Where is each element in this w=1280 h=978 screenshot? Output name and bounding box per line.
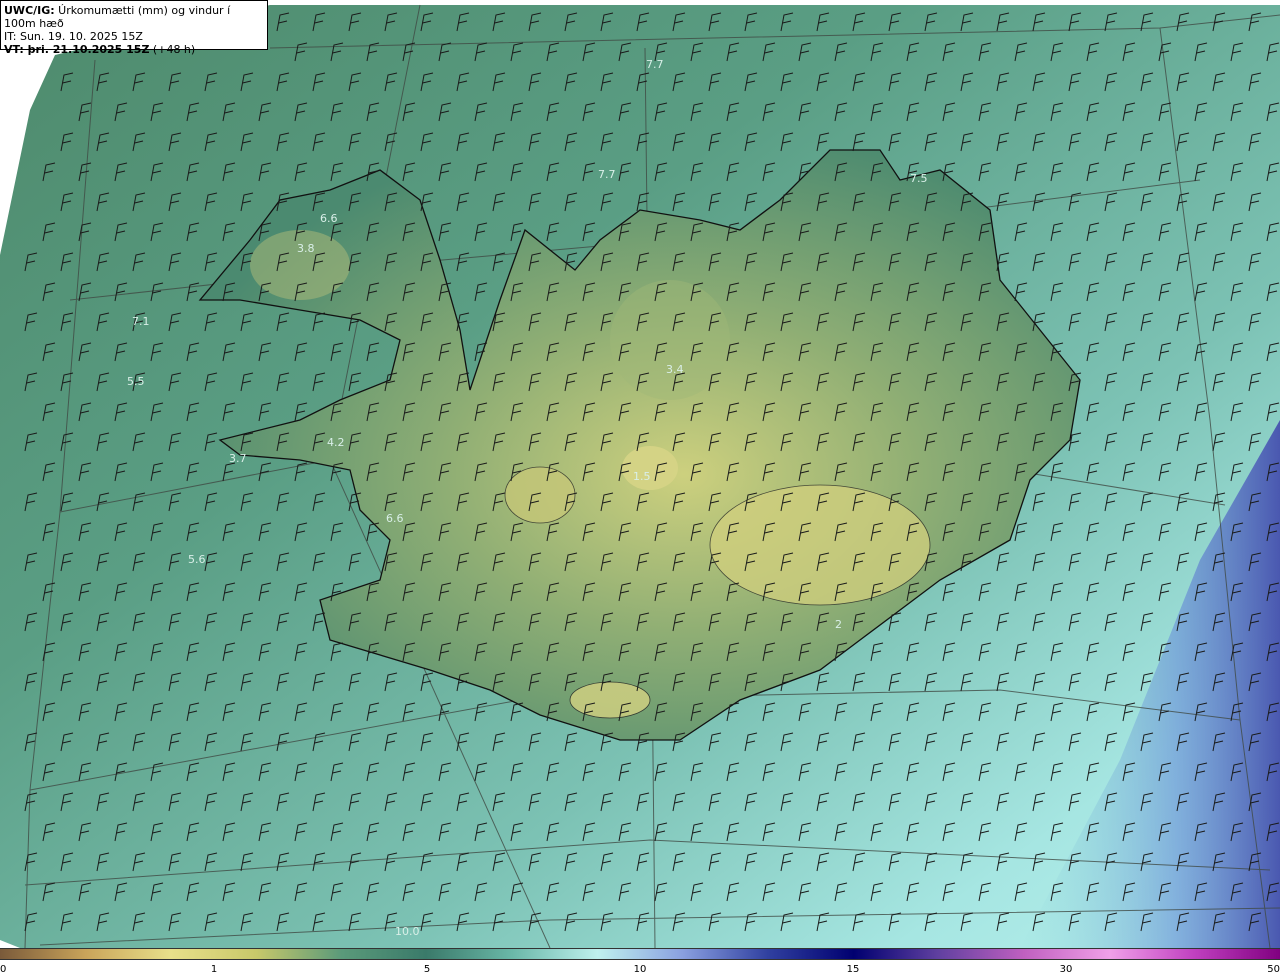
map-label: 3.7: [229, 452, 247, 465]
colorbar-tick: 10: [633, 964, 647, 975]
map-label: 7.7: [646, 58, 664, 71]
map-label: 2: [835, 618, 842, 631]
map-label: 5.5: [127, 375, 145, 388]
product-title: UWC/IG: Úrkomumætti (mm) og vindur í 100…: [4, 4, 231, 30]
map-label: 7.7: [598, 168, 616, 181]
map-label: 5.6: [188, 553, 206, 566]
colorbar-tick: 5: [423, 964, 431, 975]
map-info-box: UWC/IG: Úrkomumætti (mm) og vindur í 100…: [0, 0, 268, 56]
colorbar-strip: [0, 948, 1280, 960]
map-label: 3.8: [297, 242, 315, 255]
map-label: 4.2: [327, 436, 345, 449]
colorbar-tick: 0: [0, 964, 7, 975]
map-label: 10.0: [395, 925, 420, 938]
colorbar-tick: 1: [210, 964, 218, 975]
colorbar-tick: 30: [1059, 964, 1073, 975]
map-label: 1.5: [633, 470, 651, 483]
map-label: 6.6: [386, 512, 404, 525]
colorbar-tick: 15: [846, 964, 860, 975]
map-label: 7.1: [132, 315, 150, 328]
weather-map[interactable]: 7.7 7.7 7.5 6.6 3.8 7.1 5.5 3.4 4.2 3.7 …: [0, 0, 1280, 948]
initial-time: IT: Sun. 19. 10. 2025 15Z: [4, 30, 143, 43]
valid-time: VT: þri. 21.10.2025 15Z (+48 h): [4, 43, 196, 56]
colorbar-tick: 50: [1267, 964, 1280, 975]
map-label: 3.4: [666, 363, 684, 376]
colorbar: 0 1 5 10 15 30 50: [0, 948, 1280, 978]
map-label: 6.6: [320, 212, 338, 225]
map-label: 7.5: [910, 172, 928, 185]
